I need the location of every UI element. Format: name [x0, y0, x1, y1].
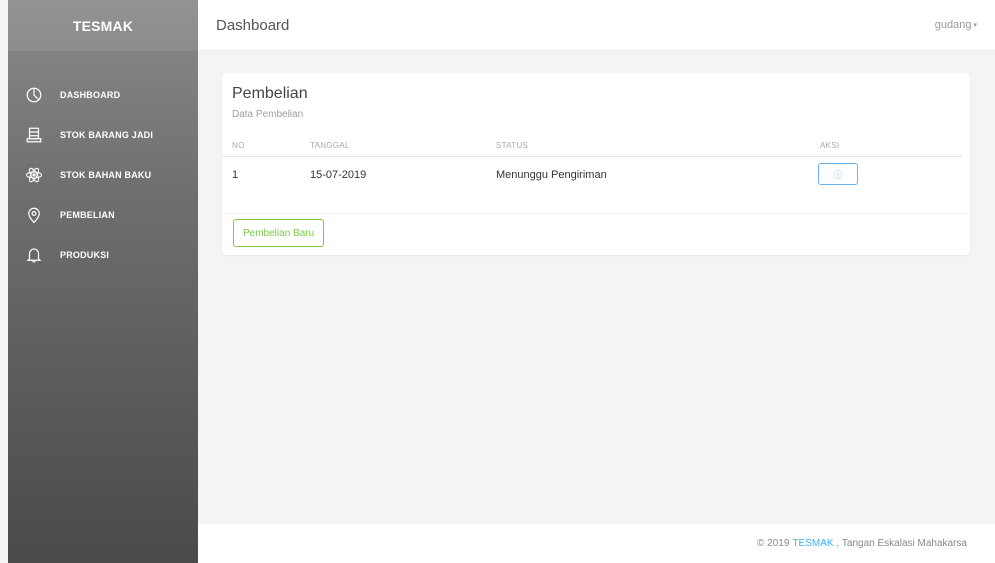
column-header-status: STATUS — [496, 141, 529, 150]
pembelian-table: NO TANGGAL STATUS AKSI 1 15-07-2019 Menu… — [222, 137, 962, 195]
page-footer: © 2019 TESMAK , Tangan Eskalasi Mahakars… — [198, 524, 995, 563]
cell-no: 1 — [232, 169, 239, 181]
footer-brand-link[interactable]: TESMAK — [792, 538, 833, 549]
sidebar-item-produksi[interactable]: PRODUKSI — [8, 235, 198, 275]
brand-logo[interactable]: TESMAK — [8, 0, 198, 51]
card-subtitle: Data Pembelian — [232, 109, 304, 120]
cell-status: Menunggu Pengiriman — [496, 169, 607, 181]
bell-icon — [24, 245, 44, 265]
company-name: , Tangan Eskalasi Mahakarsa — [836, 538, 967, 549]
pie-chart-icon — [24, 85, 44, 105]
cell-tanggal: 15-07-2019 — [310, 169, 367, 181]
sidebar: TESMAK DASHBOARD STOK BARANG JADI STOK B… — [8, 0, 198, 563]
caret-down-icon: ▾ — [973, 22, 977, 29]
sidebar-item-pembelian[interactable]: PEMBELIAN — [8, 195, 198, 235]
new-purchase-button[interactable]: Pembelian Baru — [233, 219, 325, 247]
column-header-no: NO — [232, 141, 245, 150]
page-title: Dashboard — [216, 16, 290, 34]
pembelian-card: Pembelian Data Pembelian NO TANGGAL STAT… — [222, 73, 970, 255]
sidebar-item-stok-barang-jadi[interactable]: STOK BARANG JADI — [8, 115, 198, 155]
column-header-aksi: AKSI — [820, 141, 840, 150]
sidebar-item-dashboard[interactable]: DASHBOARD — [8, 75, 198, 115]
detail-button[interactable]: ⓘ — [818, 163, 858, 185]
user-menu[interactable]: gudang ▾ — [935, 19, 977, 31]
sidebar-item-label: STOK BAHAN BAKU — [60, 170, 152, 180]
card-title: Pembelian — [232, 85, 308, 102]
sidebar-item-stok-bahan-baku[interactable]: STOK BAHAN BAKU — [8, 155, 198, 195]
sidebar-nav: DASHBOARD STOK BARANG JADI STOK BAHAN BA… — [8, 51, 198, 275]
card-footer: Pembelian Baru — [222, 213, 970, 255]
info-icon: ⓘ — [833, 169, 843, 180]
sidebar-item-label: PRODUKSI — [60, 250, 110, 260]
table-row: 1 15-07-2019 Menunggu Pengiriman ⓘ — [222, 157, 962, 195]
location-pin-icon — [24, 205, 44, 225]
sidebar-item-label: DASHBOARD — [60, 90, 121, 100]
storage-icon — [24, 125, 44, 145]
table-header: NO TANGGAL STATUS AKSI — [222, 137, 962, 157]
user-name: gudang — [934, 19, 972, 31]
top-bar: Dashboard gudang ▾ — [198, 0, 995, 51]
sidebar-item-label: STOK BARANG JADI — [60, 130, 154, 140]
column-header-tanggal: TANGGAL — [310, 141, 350, 150]
atom-icon — [24, 165, 44, 185]
copyright-text: © 2019 — [757, 538, 790, 549]
sidebar-item-label: PEMBELIAN — [60, 210, 115, 220]
